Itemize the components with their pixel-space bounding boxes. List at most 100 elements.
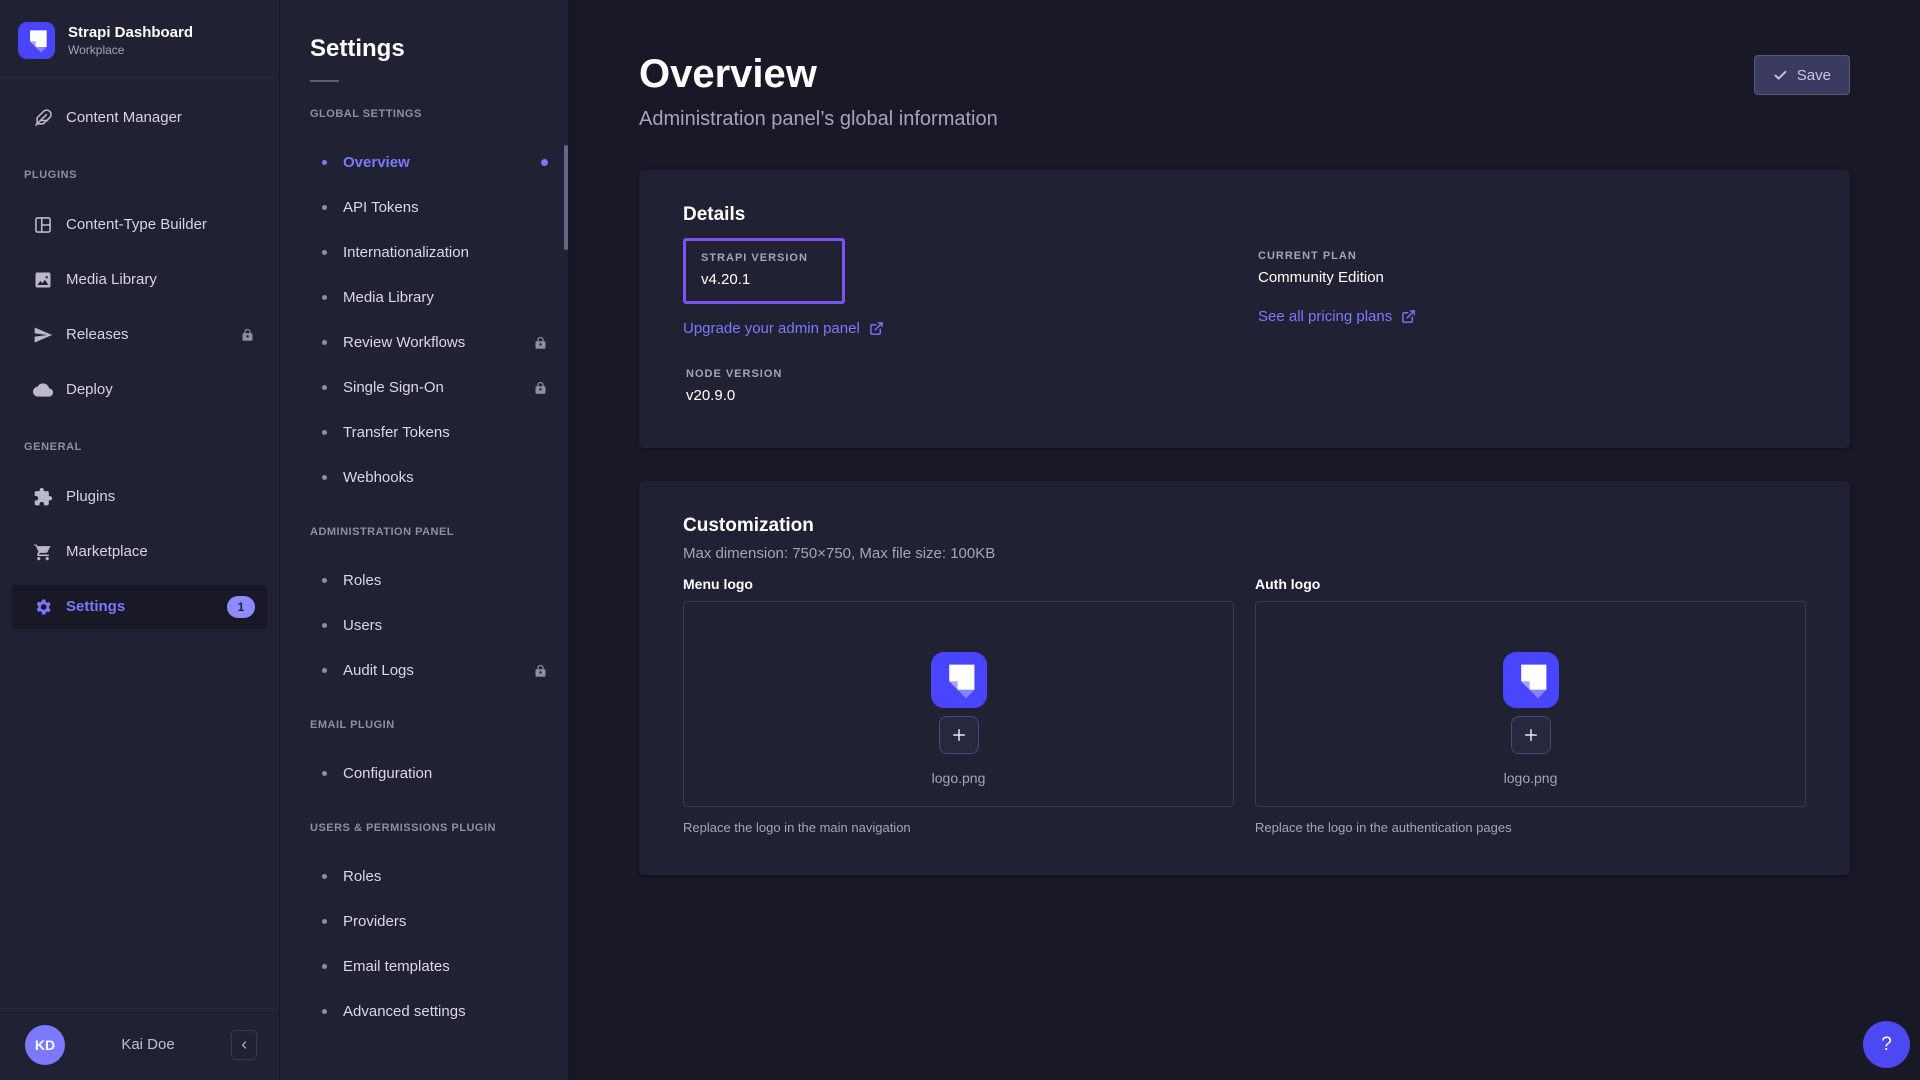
sidebar-section-header: GENERAL	[24, 437, 255, 457]
node-version-label: NODE VERSION	[686, 368, 1258, 380]
settings-nav-item-internationalization[interactable]: Internationalization	[280, 230, 568, 275]
brand-title: Strapi Dashboard	[68, 23, 193, 42]
settings-nav-item-label: Providers	[343, 913, 406, 930]
menu-logo-filename: logo.png	[932, 770, 986, 786]
settings-nav-item-configuration[interactable]: Configuration	[280, 751, 568, 796]
bullet-icon	[322, 874, 327, 879]
details-left-column: STRAPI VERSION v4.20.1 Upgrade your admi…	[683, 228, 1258, 404]
settings-nav-item-users[interactable]: Users	[280, 603, 568, 648]
sidebar-item-media-library[interactable]: Media Library	[12, 258, 267, 302]
table-row: Marketplace	[0, 524, 279, 579]
details-card-title: Details	[683, 204, 1806, 226]
bullet-icon	[322, 385, 327, 390]
bullet-icon	[322, 623, 327, 628]
settings-nav-item-roles[interactable]: Roles	[280, 854, 568, 899]
logos-grid: Menu logo logo.png Replace the logo in t…	[683, 576, 1806, 835]
current-plan-label: CURRENT PLAN	[1258, 250, 1806, 262]
settings-section-header: GLOBAL SETTINGS	[310, 105, 538, 123]
check-icon	[1773, 68, 1788, 83]
external-link-icon	[1401, 309, 1416, 324]
settings-nav-item-single-sign-on[interactable]: Single Sign-On	[280, 365, 568, 410]
external-link-icon	[869, 321, 884, 336]
sidebar-footer: KD Kai Doe	[0, 1008, 279, 1080]
bullet-icon	[322, 430, 327, 435]
bullet-icon	[322, 340, 327, 345]
current-plan-field: CURRENT PLAN Community Edition	[1258, 250, 1806, 286]
image-icon	[33, 270, 53, 290]
customization-card-title: Customization	[683, 515, 1806, 537]
settings-nav-item-advanced-settings[interactable]: Advanced settings	[280, 989, 568, 1034]
settings-nav-item-review-workflows[interactable]: Review Workflows	[280, 320, 568, 365]
settings-nav-item-audit-logs[interactable]: Audit Logs	[280, 648, 568, 693]
sidebar-item-label: Marketplace	[66, 543, 148, 560]
main-content: Overview Administration panel’s global i…	[569, 0, 1920, 1080]
settings-nav-item-label: Email templates	[343, 958, 450, 975]
details-grid: STRAPI VERSION v4.20.1 Upgrade your admi…	[683, 228, 1806, 404]
workspace-brand[interactable]: Strapi Dashboard Workplace	[0, 0, 279, 77]
avatar[interactable]: KD	[25, 1025, 65, 1065]
bullet-icon	[322, 771, 327, 776]
main-sidebar: Strapi Dashboard Workplace Content Manag…	[0, 0, 280, 1080]
add-auth-logo-button[interactable]	[1511, 716, 1551, 754]
save-button[interactable]: Save	[1754, 55, 1850, 95]
current-plan-value: Community Edition	[1258, 269, 1806, 286]
settings-nav-item-api-tokens[interactable]: API Tokens	[280, 185, 568, 230]
help-button[interactable]: ?	[1863, 1021, 1910, 1068]
settings-nav-item-email-templates[interactable]: Email templates	[280, 944, 568, 989]
app-root: Strapi Dashboard Workplace Content Manag…	[0, 0, 1920, 1080]
strapi-version-highlight: STRAPI VERSION v4.20.1	[683, 238, 845, 304]
add-menu-logo-button[interactable]	[939, 716, 979, 754]
pricing-link-label: See all pricing plans	[1258, 308, 1392, 325]
settings-section-header: USERS & PERMISSIONS PLUGIN	[310, 819, 538, 837]
sidebar-item-deploy[interactable]: Deploy	[12, 368, 267, 412]
menu-logo-upload-box[interactable]: logo.png	[683, 601, 1234, 807]
sidebar-item-content-type-builder[interactable]: Content-Type Builder	[12, 203, 267, 247]
auth-logo-label: Auth logo	[1255, 576, 1806, 592]
sidebar-item-plugins[interactable]: Plugins	[12, 475, 267, 519]
strapi-logo	[931, 652, 987, 708]
pricing-plans-link[interactable]: See all pricing plans	[1258, 308, 1416, 325]
sidebar-item-content-manager[interactable]: Content Manager	[12, 96, 267, 140]
sidebar-item-releases[interactable]: Releases	[12, 313, 267, 357]
page-header: Overview Administration panel’s global i…	[639, 50, 1850, 131]
settings-nav-list: GLOBAL SETTINGS Overview API Tokens Interna…	[280, 105, 568, 1034]
settings-nav-item-label: API Tokens	[343, 199, 419, 216]
collapse-sidebar-button[interactable]	[231, 1030, 257, 1060]
sidebar-item-marketplace[interactable]: Marketplace	[12, 530, 267, 574]
bullet-icon	[322, 964, 327, 969]
settings-nav-item-transfer-tokens[interactable]: Transfer Tokens	[280, 410, 568, 455]
settings-nav-item-label: Overview	[343, 154, 410, 171]
settings-nav-item-label: Single Sign-On	[343, 379, 444, 396]
settings-nav-item-webhooks[interactable]: Webhooks	[280, 455, 568, 500]
settings-title-rule	[310, 80, 339, 82]
settings-subnav: Settings GLOBAL SETTINGSOverviewAPI Toke…	[280, 0, 569, 1080]
chevron-left-icon	[238, 1039, 250, 1051]
subnav-scrollbar-thumb[interactable]	[564, 145, 568, 250]
settings-nav-item-media-library[interactable]: Media Library	[280, 275, 568, 320]
settings-section-header: EMAIL PLUGIN	[310, 716, 538, 734]
settings-nav-item-roles[interactable]: Roles	[280, 558, 568, 603]
plus-icon	[950, 726, 968, 744]
sidebar-section-header: PLUGINS	[24, 165, 255, 185]
bullet-icon	[322, 919, 327, 924]
settings-nav-item-providers[interactable]: Providers	[280, 899, 568, 944]
strapi-version-value: v4.20.1	[701, 271, 808, 288]
strapi-version-label: STRAPI VERSION	[701, 252, 808, 264]
node-version-field: NODE VERSION v20.9.0	[686, 368, 1258, 404]
upgrade-admin-panel-link[interactable]: Upgrade your admin panel	[683, 320, 884, 337]
sidebar-item-settings[interactable]: Settings1	[12, 585, 267, 629]
bullet-icon	[322, 578, 327, 583]
auth-logo-caption: Replace the logo in the authentication p…	[1255, 820, 1806, 835]
bullet-icon	[322, 295, 327, 300]
grid-icon	[33, 215, 53, 235]
bullet-icon	[322, 475, 327, 480]
auth-logo-upload-box[interactable]: logo.png	[1255, 601, 1806, 807]
table-row: Content-Type Builder	[0, 197, 279, 252]
settings-nav-item-overview[interactable]: Overview	[280, 140, 568, 185]
settings-nav-item-label: Transfer Tokens	[343, 424, 450, 441]
lock-icon	[533, 663, 548, 678]
bullet-icon	[322, 205, 327, 210]
settings-nav-item-label: Audit Logs	[343, 662, 414, 679]
sidebar-item-label: Settings	[66, 598, 125, 615]
bullet-icon	[322, 668, 327, 673]
